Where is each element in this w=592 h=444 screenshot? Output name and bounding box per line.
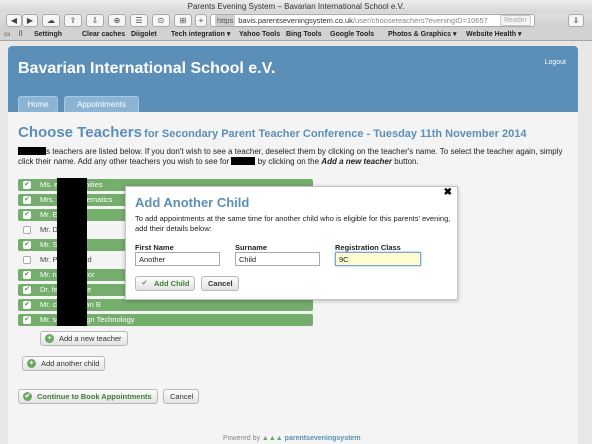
bookmark-item[interactable]: Diigolet (131, 29, 157, 41)
dialog-description: To add appointments at the same time for… (135, 214, 451, 233)
intro-part: by clicking on the (257, 157, 320, 166)
logo-people-icon: ▲▲▲ (261, 435, 283, 442)
url-path: /user/chooseteachers?eveningID=10657 (352, 16, 488, 25)
download-icon[interactable]: ⇩ (86, 14, 104, 27)
add-child-dialog: ✖ Add Another Child To add appointments … (125, 186, 458, 300)
bookmarks-book-icon[interactable]: ▭ (4, 29, 11, 41)
bookmarks-bar: ▭ ⠿ Settingh Clear caches Diigolet Tech … (0, 29, 592, 41)
cloud-icon[interactable]: ☁ (42, 14, 60, 27)
registration-class-label: Registration Class (335, 243, 401, 252)
bookmark-item[interactable]: Google Tools (330, 29, 374, 41)
extension-icon[interactable]: ⊞ (174, 14, 192, 27)
redaction-bar (57, 178, 87, 326)
continue-label: Continue to Book Appointments (37, 392, 152, 401)
add-child-button[interactable]: + Add another child (22, 356, 106, 371)
back-icon[interactable]: ◀ (6, 14, 22, 27)
redaction (18, 147, 46, 155)
check-icon: ✔ (23, 181, 31, 189)
logout-link[interactable]: Logout (545, 59, 566, 66)
plus-icon: + (45, 334, 54, 343)
page-subtitle: for Secondary Parent Teacher Conference … (144, 128, 527, 140)
url-host: bavis.parentseveningsystem.co.uk (238, 16, 353, 25)
close-icon[interactable]: ✖ (444, 187, 452, 198)
check-icon: ✔ (23, 271, 31, 279)
window-title: Parents Evening System – Bavarian Intern… (0, 0, 592, 13)
dialog-title: Add Another Child (135, 195, 250, 210)
page-title: Choose Teachers (18, 124, 142, 141)
forward-icon[interactable]: ▶ (22, 14, 38, 27)
add-child-submit-label: Add Child (154, 279, 190, 288)
bookmark-item[interactable]: Photos & Graphics ▾ (388, 29, 456, 41)
footer-logo: parentseveningsystem (284, 435, 361, 442)
bookmark-item[interactable]: Tech integration ▾ (171, 29, 230, 41)
share-icon[interactable]: ⇪ (64, 14, 82, 27)
surname-field[interactable] (235, 252, 320, 266)
registration-class-field[interactable] (335, 252, 421, 266)
powered-by-text: Powered by (223, 435, 260, 442)
add-child-label: Add another child (41, 359, 100, 368)
address-bar[interactable]: https bavis.parentseveningsystem.co.uk/us… (210, 14, 535, 27)
first-name-label: First Name (135, 243, 174, 252)
check-icon: ✔ (23, 211, 31, 219)
checkbox-empty-icon (23, 226, 31, 234)
site-header: Bavarian International School e.V. Logou… (8, 46, 578, 112)
checkbox-empty-icon (23, 256, 31, 264)
intro-part: button. (394, 157, 419, 166)
continue-button[interactable]: ✔ Continue to Book Appointments (18, 389, 158, 404)
redaction (231, 157, 256, 165)
check-icon: ✔ (23, 301, 31, 309)
cancel-button[interactable]: Cancel (163, 389, 200, 404)
page-heading: Choose Teachers for Secondary Parent Tea… (18, 124, 526, 141)
reader-button[interactable]: Reader (500, 15, 531, 26)
reading-list-icon[interactable]: ☰ (130, 14, 148, 27)
plus-icon: + (27, 359, 36, 368)
add-teacher-button[interactable]: + Add a new teacher (40, 331, 128, 346)
intro-text: s teachers are listed below. If you don'… (18, 147, 568, 167)
https-badge: https (215, 15, 236, 26)
bookmark-item[interactable]: Yahoo Tools (239, 29, 280, 41)
add-teacher-label: Add a new teacher (59, 334, 122, 343)
tab-home[interactable]: Home (18, 96, 58, 112)
add-child-submit-button[interactable]: ✔ Add Child (135, 276, 196, 291)
first-name-field[interactable] (135, 252, 220, 266)
bookmark-item[interactable]: Website Health ▾ (466, 29, 522, 41)
school-name: Bavarian International School e.V. (18, 60, 276, 77)
bookmark-item[interactable]: Bing Tools (286, 29, 322, 41)
browser-toolbar: ◀ ▶ ☁ ⇪ ⇩ ⊕ ☰ ⊙ ⊞ + https bavis.parentsev… (0, 13, 592, 29)
dialog-cancel-button[interactable]: Cancel (201, 276, 239, 291)
top-sites-icon[interactable]: ⠿ (18, 29, 23, 41)
check-icon: ✔ (23, 196, 31, 204)
check-icon: ✔ (23, 241, 31, 249)
pin-icon[interactable]: ⊙ (152, 14, 170, 27)
tab-appointments[interactable]: Appointments (64, 96, 139, 112)
check-icon: ✔ (23, 316, 31, 324)
surname-label: Surname (235, 243, 268, 252)
check-icon: ✔ (141, 280, 148, 287)
history-icon[interactable]: ⊕ (108, 14, 126, 27)
intro-emphasis: Add a new teacher (321, 157, 392, 166)
downloads-icon[interactable]: ⇓ (568, 14, 584, 27)
bookmark-item[interactable]: Clear caches (82, 29, 125, 41)
bookmark-item[interactable]: Settingh (34, 29, 62, 41)
check-icon: ✔ (23, 392, 32, 401)
powered-by: Powered by ▲▲▲ parentseveningsystem (223, 435, 361, 442)
teacher-name: Mr. son - Design Technology (40, 315, 135, 324)
new-tab-icon[interactable]: + (195, 14, 207, 27)
check-icon: ✔ (23, 286, 31, 294)
